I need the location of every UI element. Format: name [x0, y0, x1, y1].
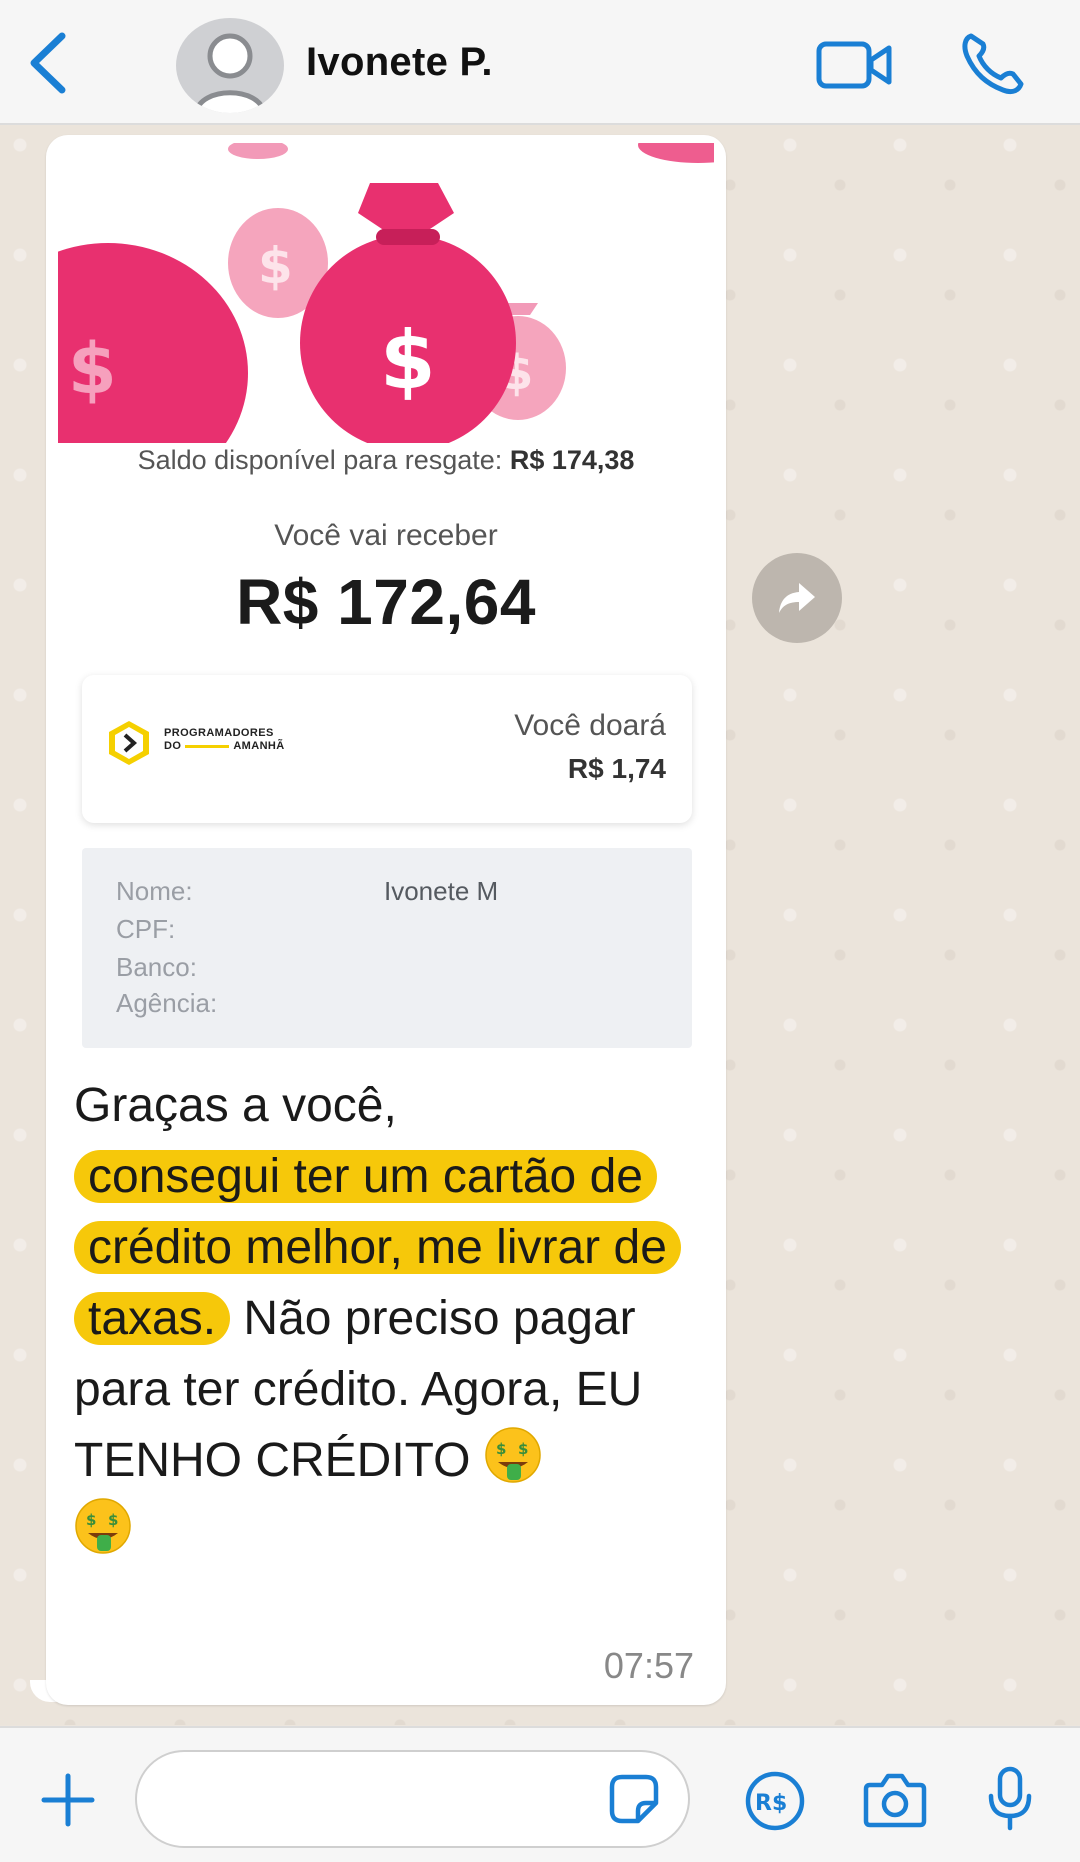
payment-button[interactable]: R$ — [744, 1770, 806, 1832]
sticker-button[interactable] — [608, 1773, 660, 1825]
svg-text:$: $ — [496, 1440, 506, 1458]
message-line1: Graças a você, — [74, 1079, 397, 1132]
microphone-button[interactable] — [986, 1766, 1034, 1832]
available-balance: Saldo disponível para resgate: R$ 174,38 — [46, 445, 726, 476]
donation-card: PROGRAMADORES DO AMANHÃ Você doará R$ 1,7… — [82, 675, 692, 823]
org-name-line1: PROGRAMADORES — [164, 727, 274, 739]
org-name-line2: DO AMANHÃ — [164, 740, 285, 753]
org-logo-text: PROGRAMADORES DO AMANHÃ — [164, 727, 285, 753]
video-call-button[interactable] — [815, 38, 895, 92]
svg-text:$: $ — [68, 328, 117, 410]
receive-label: Você vai receber — [274, 519, 498, 552]
org-logo-icon — [109, 721, 149, 765]
currency-icon: R$ — [745, 1771, 805, 1831]
svg-text:$: $ — [108, 1511, 118, 1529]
money-mouth-emoji-icon: $ $ — [75, 1498, 131, 1554]
svg-text:$: $ — [86, 1511, 96, 1529]
receive-amount: R$ 172,64 — [236, 566, 536, 638]
back-button[interactable] — [22, 28, 82, 98]
phone-icon — [962, 33, 1024, 95]
attach-button[interactable] — [40, 1772, 96, 1828]
available-balance-label: Saldo disponível para resgate: — [137, 445, 503, 475]
chevron-left-icon — [30, 32, 66, 94]
available-balance-value: R$ 174,38 — [509, 445, 635, 475]
contact-name[interactable]: Ivonete P. — [306, 40, 493, 85]
account-details: Nome: Ivonete M CPF: Banco: Agência: — [82, 848, 692, 1048]
plus-icon — [41, 1773, 95, 1827]
message-timestamp: 07:57 — [603, 1645, 694, 1686]
svg-text:$: $ — [518, 1440, 528, 1458]
org-name-amanha: AMANHÃ — [233, 740, 285, 752]
bank-label: Banco: — [116, 952, 197, 982]
svg-text:R$: R$ — [755, 1791, 787, 1816]
camera-button[interactable] — [862, 1771, 928, 1829]
sticker-icon — [609, 1774, 659, 1824]
name-value: Ivonete M — [384, 876, 499, 906]
video-camera-icon — [816, 41, 892, 89]
svg-text:$: $ — [258, 237, 293, 295]
donation-label: Você doará — [514, 709, 666, 742]
money-bag-icon: $ $ $ $ — [58, 143, 714, 443]
person-silhouette-icon — [193, 33, 267, 113]
agency-label: Agência: — [116, 988, 218, 1018]
chat-header: Ivonete P. — [0, 0, 1080, 125]
money-bags-illustration: $ $ $ $ — [58, 143, 714, 443]
name-label: Nome: — [116, 876, 193, 906]
donation-value: R$ 1,74 — [567, 753, 666, 784]
avatar[interactable] — [176, 18, 284, 113]
svg-text:$: $ — [380, 314, 436, 407]
org-name-do: DO — [164, 740, 182, 752]
forward-button[interactable] — [752, 553, 842, 643]
money-mouth-emoji-icon: $ $ — [485, 1427, 541, 1483]
composer-bar: R$ — [0, 1726, 1080, 1862]
camera-icon — [863, 1773, 927, 1828]
microphone-icon — [988, 1766, 1032, 1831]
message-bubble[interactable]: $ $ $ $ Saldo disponível para resgate: R… — [46, 135, 726, 1705]
share-arrow-icon — [779, 583, 815, 613]
message-input[interactable] — [135, 1750, 690, 1848]
message-text: Graças a você, consegui ter um cartão de… — [74, 1070, 714, 1567]
voice-call-button[interactable] — [957, 28, 1027, 98]
cpf-label: CPF: — [116, 914, 176, 944]
